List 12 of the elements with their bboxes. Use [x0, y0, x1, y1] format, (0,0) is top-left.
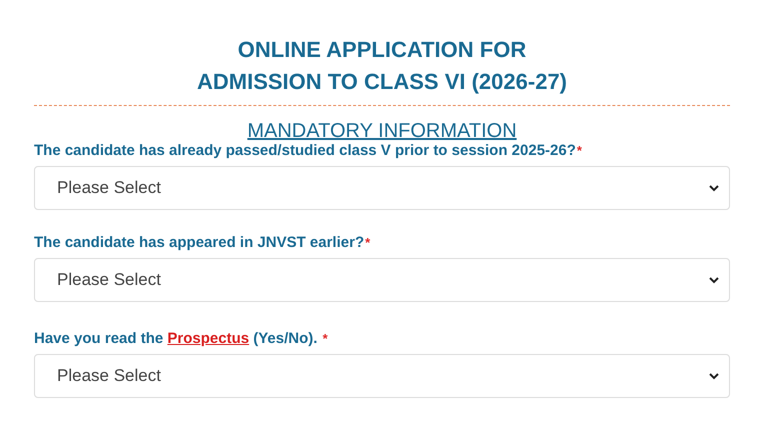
select-dropdown[interactable]: Please Select [34, 354, 730, 398]
prospectus-link[interactable]: Prospectus [167, 330, 250, 347]
select-dropdown[interactable]: Please Select [34, 258, 730, 302]
question-label: Have you read the Prospectus (Yes/No). * [34, 330, 329, 347]
form-title: ONLINE APPLICATION FOR ADMISSION TO CLASS VI (2026-27) [196, 36, 568, 96]
chevron-down-icon [709, 276, 719, 284]
question-label: The candidate has already passed/studied class V prior to session 2025-26?* [34, 142, 583, 159]
select-dropdown[interactable]: Please Select [34, 166, 730, 210]
chevron-down-icon [709, 184, 719, 192]
section-heading: MANDATORY INFORMATION [247, 120, 517, 143]
chevron-down-icon [709, 372, 719, 380]
question-label: The candidate has appeared in JNVST earlier?* [34, 234, 372, 251]
